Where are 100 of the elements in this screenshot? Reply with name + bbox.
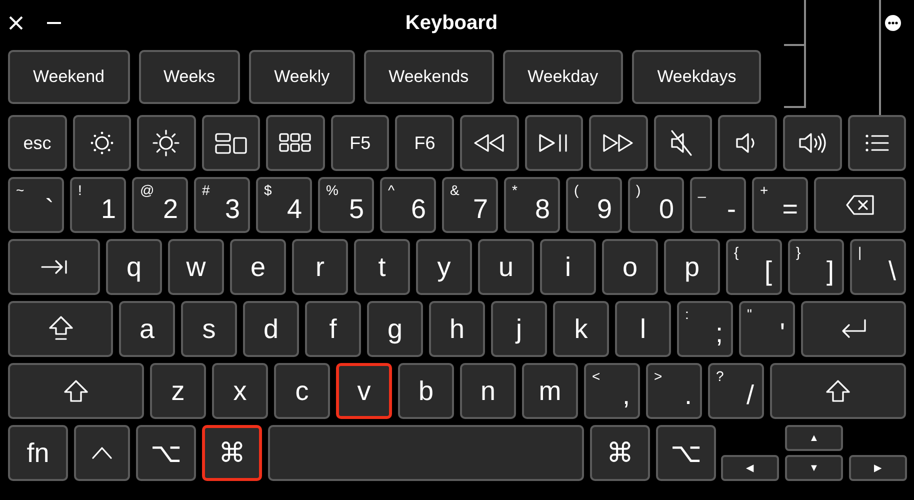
key[interactable] xyxy=(654,115,712,171)
key[interactable]: g xyxy=(367,301,423,357)
key[interactable]: o xyxy=(602,239,658,295)
key[interactable] xyxy=(524,115,584,171)
key[interactable]: : ; xyxy=(677,301,733,357)
close-icon[interactable] xyxy=(8,15,24,31)
key-label: > xyxy=(654,368,662,384)
key[interactable]: t xyxy=(354,239,410,295)
key[interactable]: u xyxy=(478,239,534,295)
arrow-key[interactable]: ▲ xyxy=(785,425,843,451)
key[interactable] xyxy=(782,115,842,171)
fast-forward-icon xyxy=(601,132,636,154)
key[interactable]: ⌥ xyxy=(656,425,716,481)
key[interactable] xyxy=(266,115,325,171)
suggestion-button[interactable]: Weekdays xyxy=(632,50,762,104)
rewind-icon xyxy=(472,132,506,154)
key[interactable]: l xyxy=(615,301,671,357)
suggestion-button[interactable]: Weeks xyxy=(138,50,240,104)
key[interactable]: # 3 xyxy=(194,177,250,233)
key-label: ? xyxy=(716,368,724,384)
minimize-icon[interactable] xyxy=(46,21,62,25)
key[interactable]: ~ ` xyxy=(8,177,64,233)
caps-lock-icon xyxy=(48,315,74,343)
caret-icon xyxy=(90,445,114,461)
key-label: 0 xyxy=(658,194,674,225)
key[interactable]: ) 0 xyxy=(628,177,684,233)
key[interactable] xyxy=(589,115,648,171)
key[interactable]: c xyxy=(274,363,330,419)
key[interactable] xyxy=(460,115,519,171)
key[interactable]: f xyxy=(305,301,361,357)
key[interactable]: q xyxy=(106,239,162,295)
key[interactable]: s xyxy=(181,301,237,357)
key[interactable]: % 5 xyxy=(318,177,374,233)
key[interactable]: e xyxy=(230,239,286,295)
grid-icon xyxy=(278,132,313,154)
key[interactable]: } ] xyxy=(788,239,844,295)
arrow-key[interactable]: ◀ xyxy=(721,455,779,481)
key-label: 1 xyxy=(100,194,116,225)
key[interactable]: " ' xyxy=(739,301,795,357)
arrow-key[interactable]: ▶ xyxy=(849,455,907,481)
key[interactable]: ⌥ xyxy=(136,425,196,481)
key[interactable]: ^ 6 xyxy=(380,177,436,233)
more-icon[interactable] xyxy=(885,15,901,31)
key[interactable]: & 7 xyxy=(442,177,498,233)
key[interactable]: ⌘ xyxy=(202,425,262,481)
key[interactable] xyxy=(137,115,196,171)
key[interactable] xyxy=(718,115,777,171)
key[interactable]: { [ xyxy=(726,239,782,295)
key[interactable]: @ 2 xyxy=(132,177,188,233)
key[interactable]: i xyxy=(540,239,596,295)
key[interactable] xyxy=(814,177,906,233)
key[interactable]: b xyxy=(398,363,454,419)
key[interactable]: esc xyxy=(8,115,67,171)
key[interactable]: n xyxy=(460,363,516,419)
key[interactable]: r xyxy=(292,239,348,295)
key[interactable]: + = xyxy=(752,177,808,233)
key[interactable] xyxy=(202,115,260,171)
key-label: 5 xyxy=(348,194,364,225)
key[interactable]: ( 9 xyxy=(566,177,622,233)
key[interactable]: F5 xyxy=(330,115,390,171)
key[interactable]: < , xyxy=(584,363,640,419)
windows-icon xyxy=(215,132,248,154)
key[interactable]: m xyxy=(522,363,578,419)
key[interactable]: ! 1 xyxy=(70,177,126,233)
key[interactable]: | \ xyxy=(850,239,906,295)
key[interactable]: w xyxy=(168,239,224,295)
key[interactable]: y xyxy=(416,239,472,295)
key[interactable]: ? / xyxy=(708,363,764,419)
key[interactable]: $ 4 xyxy=(256,177,312,233)
key[interactable]: fn xyxy=(8,425,68,481)
key[interactable] xyxy=(72,115,132,171)
suggestion-button[interactable]: Weekly xyxy=(249,50,355,104)
key[interactable]: a xyxy=(119,301,175,357)
delete-icon xyxy=(845,194,875,216)
key[interactable]: k xyxy=(553,301,609,357)
key[interactable]: > . xyxy=(646,363,702,419)
key-label: @ xyxy=(140,182,154,198)
key[interactable]: ⌘ xyxy=(590,425,650,481)
key[interactable]: z xyxy=(150,363,206,419)
key-label: ) xyxy=(636,182,641,198)
arrow-key[interactable]: ▼ xyxy=(785,455,843,481)
key[interactable]: v xyxy=(336,363,392,419)
key-label: ; xyxy=(715,318,723,349)
key-label: 3 xyxy=(224,194,240,225)
key[interactable]: h xyxy=(429,301,485,357)
key-label: * xyxy=(512,182,518,198)
key[interactable] xyxy=(848,115,906,171)
key-label: _ xyxy=(698,182,706,198)
key[interactable]: d xyxy=(243,301,299,357)
suggestion-button[interactable]: Weekends xyxy=(364,50,494,104)
key-label: + xyxy=(760,182,768,198)
key[interactable]: j xyxy=(491,301,547,357)
key[interactable]: F6 xyxy=(395,115,454,171)
suggestion-button[interactable]: Weekend xyxy=(8,50,130,104)
key-label: < xyxy=(592,368,600,384)
key[interactable]: p xyxy=(664,239,720,295)
key[interactable]: x xyxy=(212,363,268,419)
key[interactable]: _ - xyxy=(690,177,746,233)
suggestion-button[interactable]: Weekday xyxy=(502,50,624,104)
key[interactable]: * 8 xyxy=(504,177,560,233)
